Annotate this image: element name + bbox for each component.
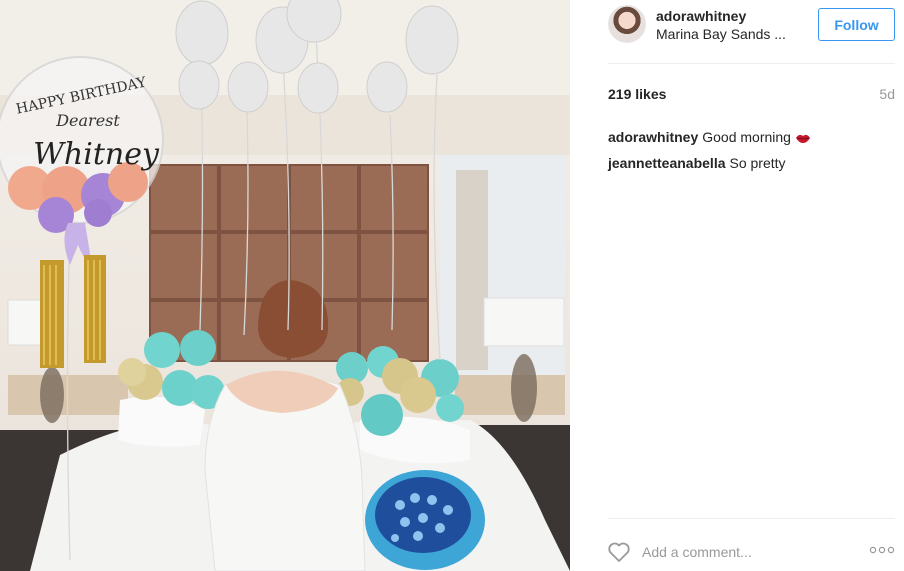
comment-author[interactable]: jeannetteanabella (608, 155, 726, 171)
more-options-icon[interactable] (869, 546, 895, 554)
balloon-text-line3: Whitney (33, 137, 160, 172)
comment: jeannetteanabella So pretty (608, 150, 895, 176)
comment-text: Good morning (702, 129, 791, 145)
comments-list: adorawhitney Good morning jeannetteanabel… (608, 124, 895, 176)
add-comment-input[interactable] (642, 541, 852, 563)
lips-icon (795, 134, 810, 143)
post-details-panel: adorawhitney Marina Bay Sands ... Follow… (570, 0, 904, 571)
avatar[interactable] (608, 5, 646, 43)
balloon-text-line2: Dearest (55, 111, 120, 130)
divider (608, 518, 895, 519)
likes-count[interactable]: 219 likes (608, 86, 666, 102)
username-link[interactable]: adorawhitney (656, 8, 746, 24)
comment-text: So pretty (729, 155, 786, 171)
photo-illustration: HAPPY BIRTHDAY Dearest Whitney (0, 0, 570, 571)
post-header: adorawhitney Marina Bay Sands ... Follow (570, 0, 904, 64)
heart-icon[interactable] (607, 541, 631, 563)
divider (608, 63, 895, 64)
comment: adorawhitney Good morning (608, 124, 895, 150)
follow-button[interactable]: Follow (818, 8, 895, 41)
post-timestamp[interactable]: 5d (879, 86, 895, 102)
post-photo[interactable]: HAPPY BIRTHDAY Dearest Whitney (0, 0, 570, 571)
location-link[interactable]: Marina Bay Sands ... (656, 26, 786, 42)
comment-author[interactable]: adorawhitney (608, 129, 698, 145)
